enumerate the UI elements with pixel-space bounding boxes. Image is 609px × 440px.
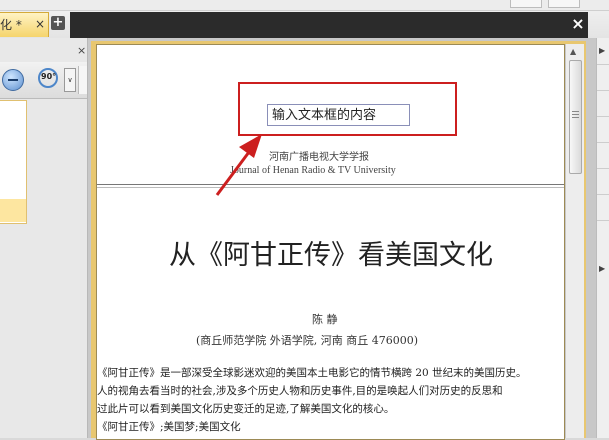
right-side-panel: ▶ ▶ [596,38,609,438]
abstract-line: 《阿甘正传》是一部深受全球影迷欢迎的美国本土电影它的情节横跨 20 世纪末的美国… [97,367,527,379]
thumbnail-selection-highlight [0,199,26,222]
scrollbar-grip-icon [572,111,579,112]
tab-close-icon[interactable]: × [35,12,45,36]
text-box-field[interactable]: 输入文本框的内容 [267,104,410,126]
window-control-button[interactable] [548,0,580,8]
panel-divider [597,64,609,65]
title-strip [0,0,609,11]
document-scrollbar[interactable]: ▲ [565,44,584,438]
tab-bar: 化 * × + × [0,0,609,38]
panel-divider [597,194,609,195]
panel-expand-icon[interactable]: ▶ [599,46,605,55]
scrollbar-thumb[interactable] [569,60,582,174]
article-title: 从《阿甘正传》看美国文化 [169,240,493,271]
journal-name-cn: 河南广播电视大学学报 [269,152,369,163]
tab-document-label: 化 * [0,18,22,32]
keywords-line: 《阿甘正传》;美国梦;美国文化 [97,421,241,433]
abstract-line: 人的视角去看当时的社会,涉及多个历史人物和历史事件,目的是唤起人们对历史的反思和 [97,385,503,397]
rotate-90-button[interactable]: 90° [38,68,60,90]
panel-divider [597,90,609,91]
tab-strip-background [70,12,588,38]
tab-document[interactable]: 化 * × [0,12,49,37]
rotate-label: 90° [41,72,57,81]
panel-divider [597,142,609,143]
header-rule [97,184,564,185]
left-panel-scrollbar[interactable] [78,66,87,94]
new-tab-button[interactable]: + [51,16,65,30]
panel-close-icon[interactable]: × [77,44,86,57]
panel-divider [597,220,609,221]
panel-expand-icon[interactable]: ▶ [599,264,605,273]
window-control-button[interactable] [510,0,542,8]
author-affiliation: (商丘师范学院 外语学院, 河南 商丘 476000) [196,334,419,347]
panel-divider [597,168,609,169]
author-name: 陈 静 [312,313,338,326]
scroll-up-icon[interactable]: ▲ [570,47,576,56]
rotate-dropdown-chevron-icon[interactable]: ∨ [64,68,76,92]
zoom-out-icon[interactable] [2,69,24,91]
abstract-line: 过此片可以看到美国文化历史变迁的足迹,了解美国文化的核心。 [97,403,395,415]
header-rule [97,187,564,188]
panel-divider [597,116,609,117]
journal-name-en: Journal of Henan Radio & TV University [230,165,396,176]
close-all-tabs-icon[interactable]: × [568,13,588,35]
